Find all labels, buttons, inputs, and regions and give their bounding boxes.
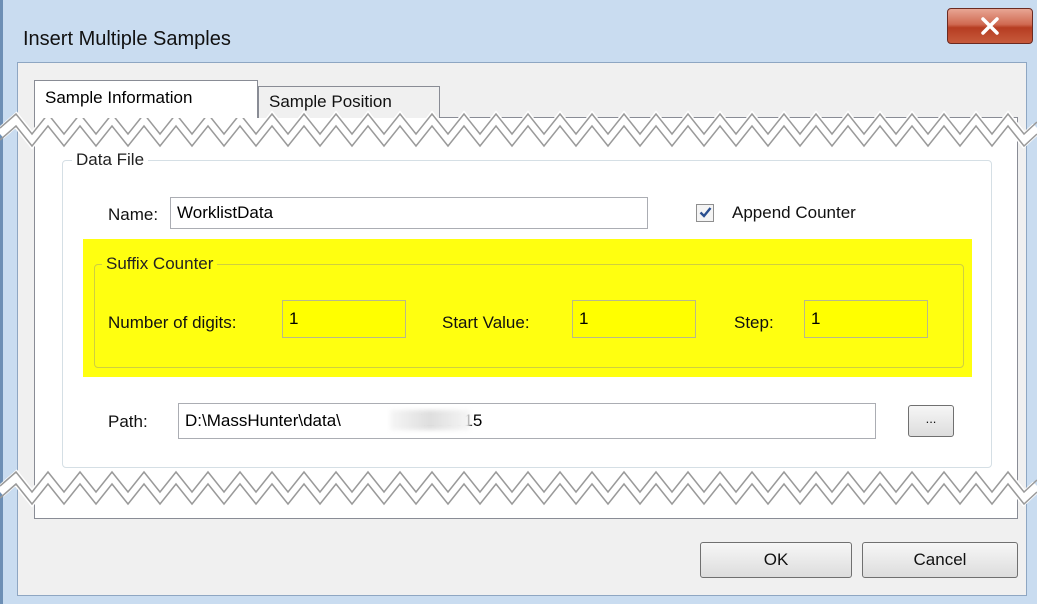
start-value-label: Start Value:: [442, 313, 530, 332]
tab-sample-information[interactable]: Sample Information: [34, 80, 258, 118]
path-input[interactable]: D:\MassHunter\data\\160615: [178, 403, 876, 439]
cancel-button[interactable]: Cancel: [862, 542, 1018, 578]
close-button[interactable]: [947, 8, 1033, 44]
browse-button[interactable]: ...: [908, 405, 954, 437]
ok-button[interactable]: OK: [700, 542, 852, 578]
path-label: Path:: [108, 412, 148, 431]
redacted-region: [390, 410, 470, 430]
name-input[interactable]: WorklistData: [170, 197, 648, 229]
append-counter-label[interactable]: Append Counter: [732, 203, 856, 223]
title-bar[interactable]: Insert Multiple Samples: [3, 0, 1037, 62]
name-label: Name:: [108, 205, 159, 224]
step-input[interactable]: 1: [804, 300, 928, 338]
data-file-group-label: Data File: [72, 150, 149, 170]
append-counter-checkbox[interactable]: [696, 204, 714, 222]
checkmark-icon: [699, 207, 712, 218]
number-of-digits-input[interactable]: 1: [282, 300, 406, 338]
step-label: Step:: [734, 313, 774, 332]
number-of-digits-label: Number of digits:: [108, 313, 237, 332]
suffix-counter-group-label: Suffix Counter: [102, 254, 218, 274]
path-prefix: D:\MassHunter\data\: [185, 411, 341, 430]
window-title: Insert Multiple Samples: [23, 28, 231, 50]
tab-sample-position[interactable]: Sample Position: [258, 86, 440, 118]
start-value-input[interactable]: 1: [572, 300, 696, 338]
close-icon: [981, 17, 999, 35]
